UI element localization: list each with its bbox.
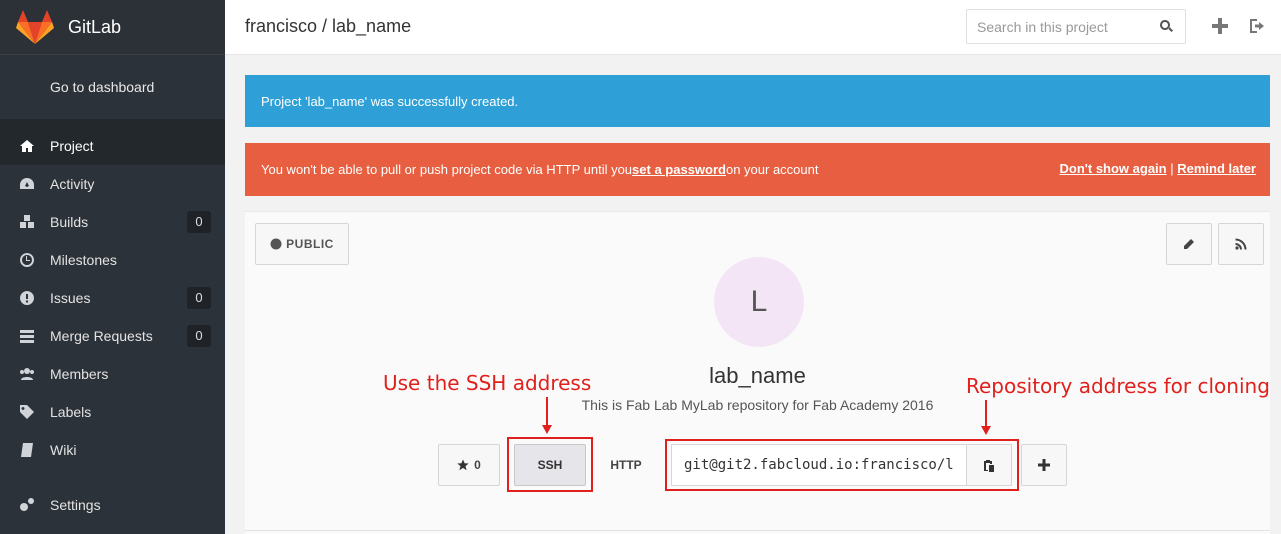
star-button[interactable]: 0	[438, 444, 500, 486]
ssh-annotation-arrow-icon	[542, 397, 552, 434]
repo-highlight-box	[665, 439, 1019, 491]
repo-annotation: Repository address for cloning	[966, 374, 1270, 398]
sidebar-item-label: Merge Requests	[50, 328, 153, 344]
sidebar-item-label: Labels	[50, 404, 92, 420]
cubes-icon	[20, 215, 34, 228]
sidebar-item-label: Issues	[50, 290, 91, 306]
sidebar: GitLab Go to dashboard Project Activity …	[0, 0, 225, 534]
top-header: francisco / lab_name	[225, 0, 1281, 55]
brand-name: GitLab	[68, 16, 122, 37]
tags-icon	[20, 405, 34, 419]
sidebar-item-project[interactable]: Project	[0, 127, 225, 165]
sidebar-item-settings[interactable]: Settings	[0, 486, 225, 524]
gears-icon	[20, 498, 34, 511]
book-icon	[21, 443, 33, 457]
sidebar-item-label: Settings	[50, 497, 101, 513]
http-button[interactable]: HTTP	[590, 444, 662, 486]
sidebar-item-issues[interactable]: Issues 0	[0, 279, 225, 317]
password-warning-alert: You won't be able to pull or push projec…	[245, 143, 1270, 196]
rss-icon	[1235, 238, 1247, 250]
builds-count-badge: 0	[187, 211, 211, 233]
rss-button[interactable]	[1218, 223, 1264, 265]
sidebar-item-labels[interactable]: Labels	[0, 393, 225, 431]
remind-later-link[interactable]: Remind later	[1177, 161, 1256, 176]
globe-icon	[270, 238, 282, 250]
users-icon	[20, 368, 34, 380]
page-title[interactable]: francisco / lab_name	[245, 16, 411, 37]
sidebar-item-activity[interactable]: Activity	[0, 165, 225, 203]
pencil-icon	[1184, 239, 1194, 249]
sidebar-item-builds[interactable]: Builds 0	[0, 203, 225, 241]
alert-actions-separator: |	[1170, 161, 1174, 176]
star-count: 0	[474, 458, 481, 472]
ssh-annotation: Use the SSH address	[383, 371, 592, 395]
success-alert: Project 'lab_name' was successfully crea…	[245, 75, 1270, 127]
sidebar-item-merge-requests[interactable]: Merge Requests 0	[0, 317, 225, 355]
issues-count-badge: 0	[187, 287, 211, 309]
project-avatar: L	[714, 257, 804, 347]
sign-out-icon[interactable]	[1249, 17, 1267, 35]
home-icon	[20, 140, 34, 152]
visibility-badge[interactable]: PUBLIC	[255, 223, 349, 265]
sidebar-item-label: Activity	[50, 176, 95, 192]
nav-separator	[0, 469, 225, 486]
star-icon	[457, 459, 469, 471]
sidebar-nav: Project Activity Builds 0 Milestones Iss…	[0, 127, 225, 524]
panel-divider	[245, 530, 1270, 531]
set-password-link[interactable]: set a password	[632, 162, 726, 177]
plus-icon	[1038, 459, 1050, 471]
visibility-label: PUBLIC	[286, 237, 334, 251]
warning-message-suffix: on your account	[725, 162, 819, 177]
sidebar-item-label: Builds	[50, 214, 89, 230]
list-icon	[20, 330, 34, 343]
search-icon[interactable]	[1160, 20, 1173, 33]
alert-actions: Don't show again | Remind later	[1060, 161, 1256, 176]
sidebar-item-label: Wiki	[50, 442, 77, 458]
plus-icon[interactable]	[1211, 17, 1229, 35]
sidebar-item-members[interactable]: Members	[0, 355, 225, 393]
go-to-dashboard-link[interactable]: Go to dashboard	[0, 55, 225, 127]
add-dropdown-button[interactable]	[1021, 444, 1067, 486]
sidebar-item-label: Project	[50, 138, 94, 154]
sidebar-item-label: Members	[50, 366, 109, 382]
repo-annotation-arrow-icon	[981, 400, 991, 435]
warning-message-prefix: You won't be able to pull or push projec…	[261, 162, 633, 177]
sidebar-item-label: Milestones	[50, 252, 117, 268]
sidebar-item-wiki[interactable]: Wiki	[0, 431, 225, 469]
dashboard-icon	[20, 178, 34, 189]
exclamation-circle-icon	[20, 291, 35, 305]
success-message: Project 'lab_name' was successfully crea…	[261, 93, 519, 109]
brand[interactable]: GitLab	[0, 0, 225, 55]
search-box[interactable]	[966, 9, 1186, 44]
ssh-highlight-box	[507, 437, 593, 492]
merge-requests-count-badge: 0	[187, 325, 211, 347]
project-description: This is Fab Lab MyLab repository for Fab…	[581, 397, 934, 413]
dont-show-again-link[interactable]: Don't show again	[1060, 161, 1167, 176]
gitlab-logo-icon	[16, 10, 54, 44]
clock-icon	[20, 253, 35, 267]
search-input[interactable]	[967, 10, 1147, 43]
sidebar-item-milestones[interactable]: Milestones	[0, 241, 225, 279]
edit-project-button[interactable]	[1166, 223, 1212, 265]
